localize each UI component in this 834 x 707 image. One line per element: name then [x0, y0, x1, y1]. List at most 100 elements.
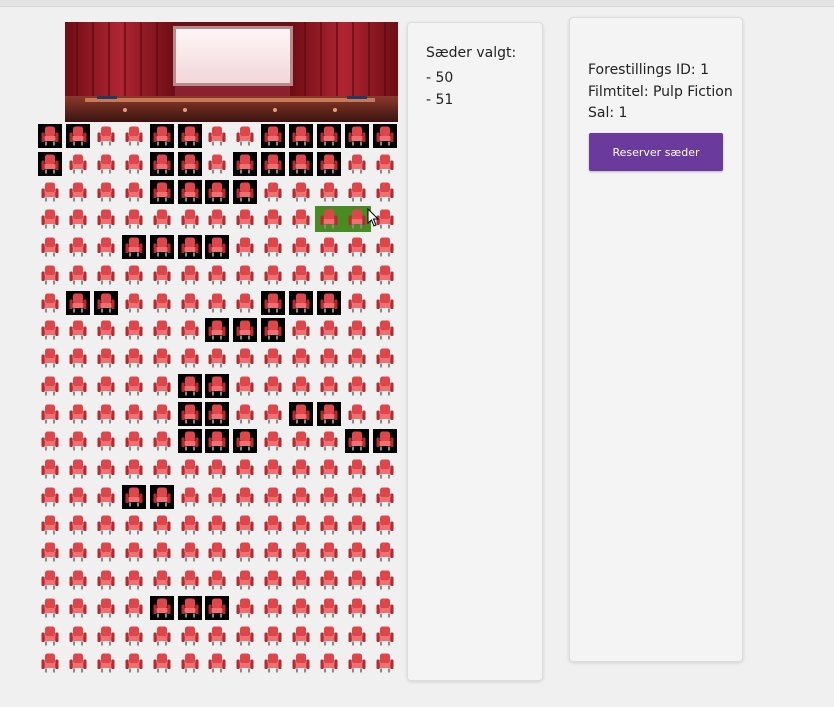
- seat-available[interactable]: [66, 207, 90, 231]
- seat-available[interactable]: [289, 207, 313, 231]
- seat-reserved[interactable]: [372, 124, 397, 148]
- seat-available[interactable]: [122, 429, 146, 453]
- seat-available[interactable]: [373, 152, 397, 176]
- seat-available[interactable]: [66, 263, 90, 287]
- seat-available[interactable]: [345, 540, 369, 564]
- seat-available[interactable]: [94, 513, 118, 537]
- seat-available[interactable]: [261, 207, 285, 231]
- seat-reserved[interactable]: [149, 179, 174, 204]
- seat-available[interactable]: [289, 596, 313, 620]
- seat-available[interactable]: [66, 457, 90, 481]
- seat-available[interactable]: [373, 651, 397, 675]
- seat-available[interactable]: [233, 596, 257, 620]
- seat-available[interactable]: [261, 402, 285, 426]
- seat-available[interactable]: [94, 485, 118, 509]
- seat-available[interactable]: [261, 540, 285, 564]
- seat-available[interactable]: [233, 540, 257, 564]
- seat-available[interactable]: [205, 152, 229, 176]
- seat-selected[interactable]: [345, 207, 369, 231]
- seat-available[interactable]: [373, 568, 397, 592]
- seat-reserved[interactable]: [177, 373, 202, 398]
- seat-reserved[interactable]: [65, 124, 90, 148]
- seat-available[interactable]: [289, 568, 313, 592]
- seat-reserved[interactable]: [289, 124, 314, 148]
- seat-available[interactable]: [289, 180, 313, 204]
- seat-available[interactable]: [205, 624, 229, 648]
- seat-available[interactable]: [345, 374, 369, 398]
- seat-available[interactable]: [261, 596, 285, 620]
- seat-available[interactable]: [289, 540, 313, 564]
- seat-reserved[interactable]: [149, 151, 174, 176]
- seat-available[interactable]: [66, 651, 90, 675]
- seat-reserved[interactable]: [177, 235, 202, 259]
- seat-available[interactable]: [94, 318, 118, 342]
- seat-available[interactable]: [289, 374, 313, 398]
- seat-available[interactable]: [289, 429, 313, 453]
- seat-available[interactable]: [122, 346, 146, 370]
- seat-reserved[interactable]: [121, 484, 146, 509]
- seat-available[interactable]: [317, 540, 341, 564]
- seat-available[interactable]: [261, 263, 285, 287]
- seat-available[interactable]: [317, 263, 341, 287]
- seat-available[interactable]: [66, 513, 90, 537]
- seat-available[interactable]: [38, 235, 62, 259]
- seat-reserved[interactable]: [233, 318, 258, 343]
- seat-available[interactable]: [317, 318, 341, 342]
- seat-reserved[interactable]: [289, 290, 314, 315]
- seat-available[interactable]: [345, 291, 369, 315]
- seat-available[interactable]: [233, 207, 257, 231]
- seat-available[interactable]: [317, 513, 341, 537]
- seat-available[interactable]: [38, 374, 62, 398]
- seat-available[interactable]: [38, 263, 62, 287]
- seat-available[interactable]: [373, 513, 397, 537]
- seat-available[interactable]: [205, 457, 229, 481]
- seat-available[interactable]: [345, 235, 369, 259]
- seat-reserved[interactable]: [93, 290, 118, 315]
- seat-available[interactable]: [94, 596, 118, 620]
- seat-available[interactable]: [150, 651, 174, 675]
- seat-available[interactable]: [373, 318, 397, 342]
- seat-available[interactable]: [289, 624, 313, 648]
- seat-reserved[interactable]: [177, 595, 202, 620]
- seat-reserved[interactable]: [205, 401, 230, 426]
- seat-available[interactable]: [94, 429, 118, 453]
- seat-available[interactable]: [38, 207, 62, 231]
- seat-available[interactable]: [345, 624, 369, 648]
- seat-available[interactable]: [317, 235, 341, 259]
- seat-available[interactable]: [373, 402, 397, 426]
- seat-available[interactable]: [150, 402, 174, 426]
- seat-available[interactable]: [150, 374, 174, 398]
- seat-available[interactable]: [345, 596, 369, 620]
- seat-reserved[interactable]: [261, 151, 286, 176]
- seat-available[interactable]: [373, 180, 397, 204]
- seat-available[interactable]: [66, 402, 90, 426]
- seat-available[interactable]: [289, 346, 313, 370]
- seat-available[interactable]: [345, 180, 369, 204]
- seat-available[interactable]: [373, 457, 397, 481]
- seat-available[interactable]: [122, 318, 146, 342]
- seat-available[interactable]: [178, 318, 202, 342]
- seat-available[interactable]: [178, 346, 202, 370]
- seat-available[interactable]: [178, 513, 202, 537]
- seat-reserved[interactable]: [177, 179, 202, 204]
- seat-reserved[interactable]: [289, 151, 314, 176]
- seat-available[interactable]: [205, 651, 229, 675]
- seat-reserved[interactable]: [233, 179, 258, 204]
- seat-reserved[interactable]: [289, 401, 314, 426]
- seat-available[interactable]: [66, 374, 90, 398]
- seat-reserved[interactable]: [261, 318, 286, 343]
- seat-available[interactable]: [178, 457, 202, 481]
- seat-available[interactable]: [233, 346, 257, 370]
- seat-available[interactable]: [317, 624, 341, 648]
- seat-available[interactable]: [66, 624, 90, 648]
- seat-available[interactable]: [205, 485, 229, 509]
- seat-available[interactable]: [373, 291, 397, 315]
- seat-available[interactable]: [289, 457, 313, 481]
- seat-reserved[interactable]: [38, 124, 62, 148]
- seat-available[interactable]: [122, 402, 146, 426]
- seat-available[interactable]: [261, 485, 285, 509]
- seat-available[interactable]: [317, 485, 341, 509]
- seat-available[interactable]: [345, 152, 369, 176]
- seat-available[interactable]: [178, 568, 202, 592]
- seat-available[interactable]: [261, 651, 285, 675]
